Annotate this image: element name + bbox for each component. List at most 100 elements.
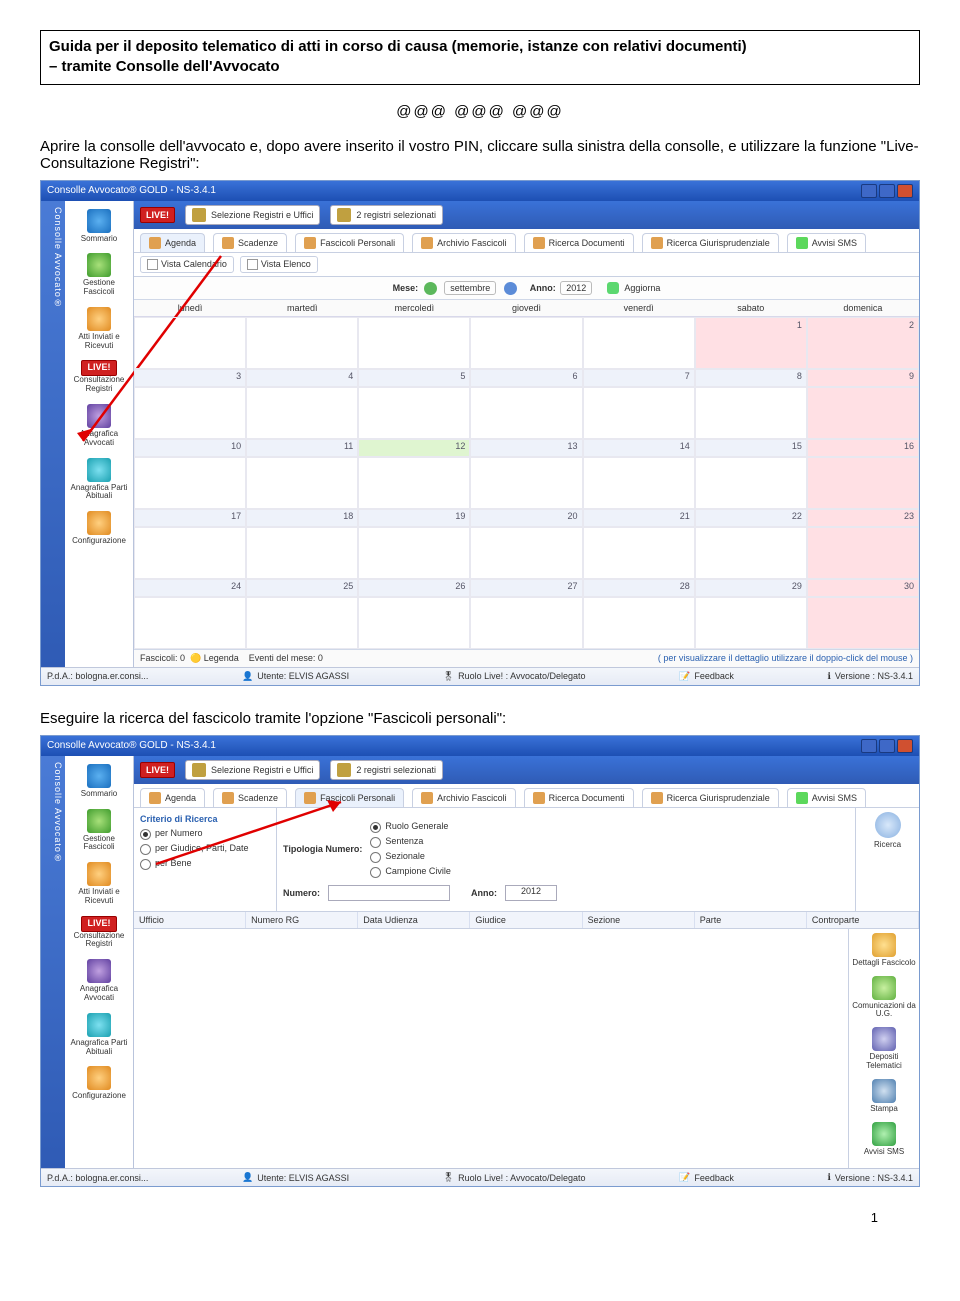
cal-cell[interactable]: 23	[807, 509, 919, 527]
tab-ricerca-doc[interactable]: Ricerca Documenti	[524, 233, 634, 252]
cal-cell[interactable]: 18	[246, 509, 358, 527]
cal-cell[interactable]: 11	[246, 439, 358, 457]
numero-input[interactable]	[328, 885, 450, 901]
sidebar-item-config[interactable]: Configurazione	[65, 507, 133, 552]
tab-fascicoli[interactable]: Fascicoli Personali	[295, 788, 404, 807]
col-numero[interactable]: Numero RG	[246, 912, 358, 928]
feedback-link[interactable]: 📝 Feedback	[679, 671, 734, 682]
col-data[interactable]: Data Udienza	[358, 912, 470, 928]
sidebar-item-gestione-fascicoli[interactable]: Gestione Fascicoli	[65, 805, 133, 859]
action-depositi[interactable]: Depositi Telematici	[851, 1027, 917, 1071]
cal-cell[interactable]: 20	[470, 509, 582, 527]
cal-cell[interactable]: 4	[246, 369, 358, 387]
refresh-button[interactable]: Aggiorna	[624, 283, 660, 293]
maximize-button[interactable]	[879, 184, 895, 198]
cal-cell[interactable]: 22	[695, 509, 807, 527]
cal-cell[interactable]	[583, 317, 695, 369]
radio-per-giudice[interactable]: per Giudice, Parti, Date	[140, 843, 270, 855]
cal-cell[interactable]: 5	[358, 369, 470, 387]
cal-cell[interactable]	[246, 317, 358, 369]
cal-cell[interactable]: 10	[134, 439, 246, 457]
tip-opt-sentenza[interactable]: Sentenza	[370, 836, 451, 848]
tab-ricerca-doc[interactable]: Ricerca Documenti	[524, 788, 634, 807]
tab-giurisprudenziale[interactable]: Ricerca Giurisprudenziale	[642, 233, 779, 252]
cal-cell[interactable]	[470, 317, 582, 369]
sidebar-item-live[interactable]: LIVE!Consultazione Registri	[65, 912, 133, 955]
tab-avvisi[interactable]: Avvisi SMS	[787, 788, 866, 807]
cal-cell[interactable]: 3	[134, 369, 246, 387]
tab-fascicoli[interactable]: Fascicoli Personali	[295, 233, 404, 252]
sidebar-item-anag-parti[interactable]: Anagrafica Parti Abituali	[65, 1009, 133, 1063]
col-sezione[interactable]: Sezione	[583, 912, 695, 928]
cal-cell[interactable]: 7	[583, 369, 695, 387]
view-tab-list[interactable]: Vista Elenco	[240, 256, 318, 273]
cal-cell[interactable]: 27	[470, 579, 582, 597]
prev-month-button[interactable]	[424, 282, 437, 295]
sidebar-item-anag-parti[interactable]: Anagrafica Parti Abituali	[65, 454, 133, 508]
tab-archivio[interactable]: Archivio Fascicoli	[412, 788, 516, 807]
maximize-button-2[interactable]	[879, 739, 895, 753]
registri-selector-2[interactable]: Selezione Registri e Uffici	[185, 760, 320, 780]
col-controparte[interactable]: Controparte	[807, 912, 919, 928]
radio-per-numero[interactable]: per Numero	[140, 828, 270, 840]
cal-cell[interactable]: 24	[134, 579, 246, 597]
cal-cell[interactable]: 25	[246, 579, 358, 597]
sidebar-item-sommario[interactable]: Sommario	[65, 760, 133, 805]
sidebar-item-gestione-fascicoli[interactable]: Gestione Fascicoli	[65, 249, 133, 303]
sidebar-item-atti[interactable]: Atti Inviati e Ricevuti	[65, 303, 133, 357]
sidebar-item-config[interactable]: Configurazione	[65, 1062, 133, 1107]
tab-agenda[interactable]: Agenda	[140, 233, 205, 252]
cal-cell[interactable]	[358, 317, 470, 369]
tab-archivio[interactable]: Archivio Fascicoli	[412, 233, 516, 252]
cal-cell[interactable]: 30	[807, 579, 919, 597]
sidebar-item-live[interactable]: LIVE!Consultazione Registri	[65, 356, 133, 399]
sidebar-item-anag-avvocati[interactable]: Anagrafica Avvocati	[65, 955, 133, 1009]
next-month-button[interactable]	[504, 282, 517, 295]
close-button-2[interactable]	[897, 739, 913, 753]
registri-selector[interactable]: Selezione Registri e Uffici	[185, 205, 320, 225]
radio-per-bene[interactable]: per Bene	[140, 858, 270, 870]
anno-input[interactable]: 2012	[505, 885, 557, 901]
action-comunicazioni[interactable]: Comunicazioni da U.G.	[851, 976, 917, 1020]
feedback-link-2[interactable]: 📝 Feedback	[679, 1172, 734, 1183]
tip-opt-sezionale[interactable]: Sezionale	[370, 851, 451, 863]
ricerca-button[interactable]: Ricerca	[860, 840, 915, 849]
sidebar-item-sommario[interactable]: Sommario	[65, 205, 133, 250]
cal-cell[interactable]: 19	[358, 509, 470, 527]
month-select[interactable]: settembre	[444, 281, 496, 295]
cal-cell[interactable]: 16	[807, 439, 919, 457]
sidebar-item-atti[interactable]: Atti Inviati e Ricevuti	[65, 858, 133, 912]
cal-cell[interactable]: 17	[134, 509, 246, 527]
action-dettagli[interactable]: Dettagli Fascicolo	[851, 933, 917, 968]
cal-cell[interactable]: 6	[470, 369, 582, 387]
tab-scadenze[interactable]: Scadenze	[213, 788, 287, 807]
cal-cell[interactable]: 13	[470, 439, 582, 457]
cal-cell[interactable]: 8	[695, 369, 807, 387]
tab-agenda[interactable]: Agenda	[140, 788, 205, 807]
cal-cell[interactable]	[134, 317, 246, 369]
view-tab-calendar[interactable]: Vista Calendario	[140, 256, 234, 273]
cal-cell[interactable]: 29	[695, 579, 807, 597]
cal-cell[interactable]: 1	[695, 317, 807, 369]
minimize-button-2[interactable]	[861, 739, 877, 753]
sidebar-item-anag-avvocati[interactable]: Anagrafica Avvocati	[65, 400, 133, 454]
cal-cell[interactable]: 28	[583, 579, 695, 597]
cal-cell[interactable]: 14	[583, 439, 695, 457]
tip-opt-ruolo[interactable]: Ruolo Generale	[370, 821, 451, 833]
tab-scadenze[interactable]: Scadenze	[213, 233, 287, 252]
cal-cell[interactable]: 26	[358, 579, 470, 597]
col-parte[interactable]: Parte	[695, 912, 807, 928]
cal-cell[interactable]: 9	[807, 369, 919, 387]
cal-cell[interactable]: 21	[583, 509, 695, 527]
legend-label[interactable]: Legenda	[204, 653, 239, 663]
tip-opt-campione[interactable]: Campione Civile	[370, 866, 451, 878]
year-input[interactable]: 2012	[560, 281, 592, 295]
col-ufficio[interactable]: Ufficio	[134, 912, 246, 928]
action-stampa[interactable]: Stampa	[851, 1079, 917, 1114]
cal-cell[interactable]: 12	[358, 439, 470, 457]
cal-cell[interactable]: 2	[807, 317, 919, 369]
minimize-button[interactable]	[861, 184, 877, 198]
cal-cell[interactable]: 15	[695, 439, 807, 457]
action-avvisi-sms[interactable]: Avvisi SMS	[851, 1122, 917, 1157]
close-button[interactable]	[897, 184, 913, 198]
